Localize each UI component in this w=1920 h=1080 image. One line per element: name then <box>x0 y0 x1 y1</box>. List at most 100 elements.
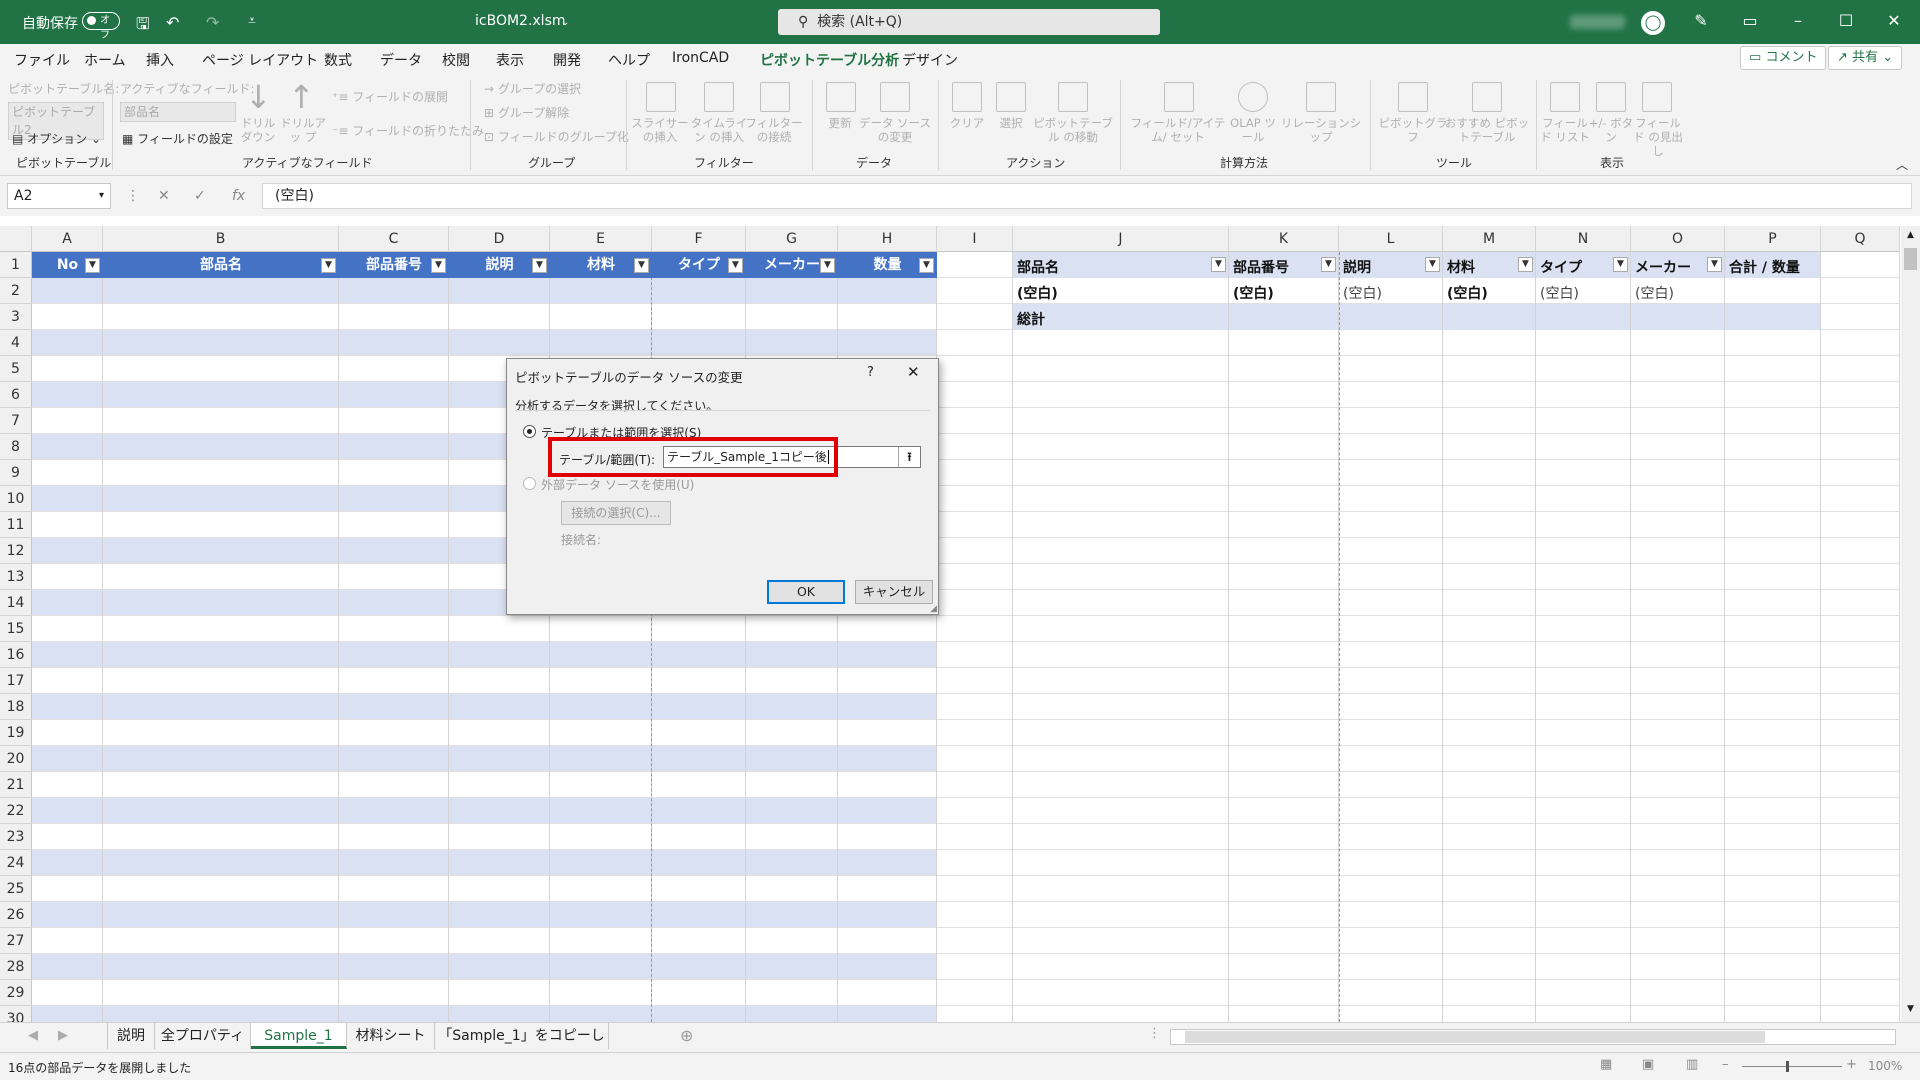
options-button[interactable]: ▤ オプション ⌄ <box>12 130 101 147</box>
row-header[interactable]: 3 <box>0 304 32 330</box>
row-header[interactable]: 20 <box>0 746 32 772</box>
expand-field-button[interactable]: ⁺≡ フィールドの展開 <box>332 88 448 105</box>
table-header-cell[interactable]: 数量 ▼ <box>838 252 937 278</box>
pivot-filter-dropdown-icon[interactable]: ▼ <box>1707 257 1722 272</box>
row-header[interactable]: 27 <box>0 928 32 954</box>
tab-formulas[interactable]: 数式 <box>324 50 352 70</box>
cancel-icon[interactable]: ✕ <box>158 188 170 204</box>
collapse-dialog-icon[interactable]: ⭱ <box>898 447 920 467</box>
sheet-tab-sample1[interactable]: Sample_1 <box>251 1023 347 1049</box>
tab-pivot-analyze[interactable]: ピボットテーブル分析 <box>760 50 900 77</box>
change-source-icon[interactable] <box>880 82 910 112</box>
zoom-slider-thumb[interactable] <box>1786 1061 1789 1072</box>
column-header[interactable]: F <box>652 226 746 252</box>
clear-icon[interactable] <box>952 82 982 112</box>
pivot-filter-dropdown-icon[interactable]: ▼ <box>1321 257 1336 272</box>
ok-button[interactable]: OK <box>767 580 845 604</box>
column-header[interactable]: Q <box>1821 226 1900 252</box>
column-header[interactable]: M <box>1443 226 1536 252</box>
tab-review[interactable]: 校閲 <box>442 50 470 70</box>
row-header[interactable]: 10 <box>0 486 32 512</box>
row-header[interactable]: 9 <box>0 460 32 486</box>
maximize-icon[interactable]: ☐ <box>1828 8 1864 34</box>
pivot-filter-dropdown-icon[interactable]: ▼ <box>1518 257 1533 272</box>
row-header[interactable]: 23 <box>0 824 32 850</box>
column-header[interactable]: N <box>1536 226 1631 252</box>
pivot-cell[interactable]: (空白) <box>1447 283 1488 303</box>
column-header[interactable]: P <box>1725 226 1821 252</box>
search-box[interactable]: ⚲ 検索 (Alt+Q) <box>778 9 1160 35</box>
normal-view-icon[interactable]: ▦ <box>1600 1057 1612 1072</box>
relationships-icon[interactable] <box>1306 82 1336 112</box>
row-header[interactable]: 5 <box>0 356 32 382</box>
table-header-cell[interactable]: 部品名 ▼ <box>103 252 339 278</box>
sheet-tab-all-props[interactable]: 全プロパティ <box>155 1023 251 1049</box>
add-sheet-icon[interactable]: ⊕ <box>680 1026 693 1045</box>
comment-button[interactable]: ▭ コメント <box>1740 46 1827 70</box>
plus-minus-buttons-icon[interactable] <box>1596 82 1626 112</box>
radio-table-range[interactable] <box>523 425 536 438</box>
filter-dropdown-icon[interactable]: ▼ <box>634 258 649 273</box>
pivot-grand-total[interactable]: 総計 <box>1017 309 1045 329</box>
column-header[interactable]: H <box>838 226 937 252</box>
customize-qat-icon[interactable]: ⩡ <box>248 13 256 29</box>
row-header[interactable]: 8 <box>0 434 32 460</box>
row-header[interactable]: 2 <box>0 278 32 304</box>
table-header-cell[interactable]: 説明 ▼ <box>449 252 550 278</box>
zoom-slider[interactable] <box>1742 1066 1842 1067</box>
table-header-cell[interactable]: 部品番号 ▼ <box>339 252 449 278</box>
collapse-ribbon-icon[interactable]: ︿ <box>1896 156 1908 173</box>
pivot-header-cell[interactable]: 部品番号 <box>1233 257 1335 277</box>
tab-ironcad[interactable]: IronCAD <box>672 50 729 66</box>
filter-dropdown-icon[interactable]: ▼ <box>820 258 835 273</box>
page-break-view-icon[interactable]: ▥ <box>1686 1057 1698 1072</box>
name-box[interactable]: A2 ▾ <box>7 183 111 209</box>
table-header-cell[interactable]: メーカー ▼ <box>746 252 838 278</box>
field-headers-icon[interactable] <box>1642 82 1672 112</box>
page-layout-view-icon[interactable]: ▣ <box>1642 1057 1654 1072</box>
row-header[interactable]: 14 <box>0 590 32 616</box>
active-field-input[interactable]: 部品名 <box>120 102 236 122</box>
next-sheet-icon[interactable]: ▶ <box>58 1028 68 1043</box>
column-header[interactable]: J <box>1013 226 1229 252</box>
recommended-pivot-icon[interactable] <box>1472 82 1502 112</box>
tab-view[interactable]: 表示 <box>496 50 524 70</box>
row-header[interactable]: 11 <box>0 512 32 538</box>
vertical-scrollbar[interactable]: ▲ ▼ <box>1901 226 1920 1022</box>
move-pivot-icon[interactable] <box>1058 82 1088 112</box>
select-all-corner[interactable] <box>0 226 32 252</box>
tab-insert[interactable]: 挿入 <box>146 50 174 70</box>
enter-icon[interactable]: ✓ <box>194 188 206 204</box>
pivot-cell[interactable]: (空白) <box>1343 283 1382 303</box>
table-header-cell[interactable]: 材料 ▼ <box>550 252 652 278</box>
row-header[interactable]: 16 <box>0 642 32 668</box>
refresh-icon[interactable] <box>826 82 856 112</box>
help-button[interactable]: ? <box>867 365 874 380</box>
pivot-cell[interactable]: (空白) <box>1540 283 1579 303</box>
formula-input[interactable]: (空白) <box>262 183 1912 209</box>
pivot-filter-dropdown-icon[interactable]: ▼ <box>1211 257 1226 272</box>
pivotchart-icon[interactable] <box>1398 82 1428 112</box>
sheet-tab-copy[interactable]: 「Sample_1」をコピーしたシート <box>435 1023 609 1070</box>
row-header[interactable]: 13 <box>0 564 32 590</box>
cancel-button[interactable]: キャンセル <box>855 580 933 604</box>
row-header[interactable]: 24 <box>0 850 32 876</box>
avatar-icon[interactable]: ◯ <box>1641 11 1665 35</box>
row-header[interactable]: 18 <box>0 694 32 720</box>
row-header[interactable]: 22 <box>0 798 32 824</box>
column-header[interactable]: L <box>1339 226 1443 252</box>
share-button[interactable]: ↗ 共有 ⌄ <box>1828 46 1903 70</box>
horizontal-scrollbar[interactable] <box>1170 1029 1896 1045</box>
collapse-field-button[interactable]: ⁻≡ フィールドの折りたたみ <box>332 122 484 139</box>
tab-design[interactable]: デザイン <box>902 50 958 70</box>
pivot-header-cell[interactable]: 部品名 <box>1017 257 1225 277</box>
save-icon[interactable]: 🖫 <box>136 13 150 40</box>
sheet-tab-setsumei[interactable]: 説明 <box>107 1023 155 1049</box>
tab-file[interactable]: ファイル <box>14 50 70 70</box>
choose-connection-button[interactable]: 接続の選択(C)... <box>561 501 671 525</box>
column-header[interactable]: B <box>103 226 339 252</box>
row-header[interactable]: 15 <box>0 616 32 642</box>
row-header[interactable]: 7 <box>0 408 32 434</box>
table-header-cell[interactable]: タイプ ▼ <box>652 252 746 278</box>
pivot-cell[interactable]: (空白) <box>1233 283 1274 303</box>
